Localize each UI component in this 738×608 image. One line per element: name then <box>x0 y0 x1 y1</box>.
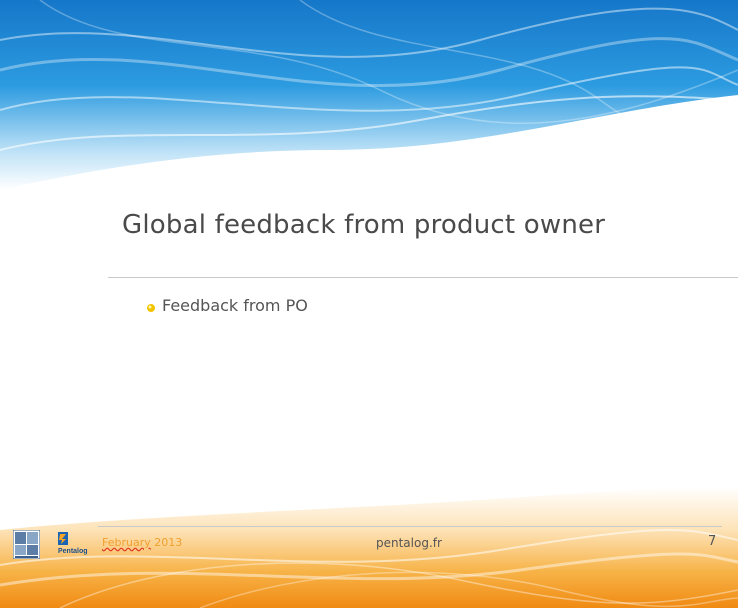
bullet-dot-icon <box>147 303 155 312</box>
title-divider <box>108 277 738 278</box>
bullet-text: Feedback from PO <box>162 296 308 315</box>
slide: Global feedback from product owner Feedb… <box>0 0 738 608</box>
footer-date-month: February <box>102 536 151 549</box>
afaq-logo <box>13 530 40 559</box>
footer-date: February 2013 <box>102 536 182 549</box>
footer-site: pentalog.fr <box>376 536 442 550</box>
footer-divider <box>98 526 722 527</box>
top-wave-banner <box>0 0 738 190</box>
footer-date-year: 2013 <box>150 536 183 549</box>
pentalog-logo <box>58 532 68 545</box>
slide-title: Global feedback from product owner <box>122 210 606 240</box>
pentalog-logo-text: Pentalog <box>58 548 88 555</box>
bullet-item: Feedback from PO <box>146 296 308 315</box>
page-number: 7 <box>708 534 717 549</box>
